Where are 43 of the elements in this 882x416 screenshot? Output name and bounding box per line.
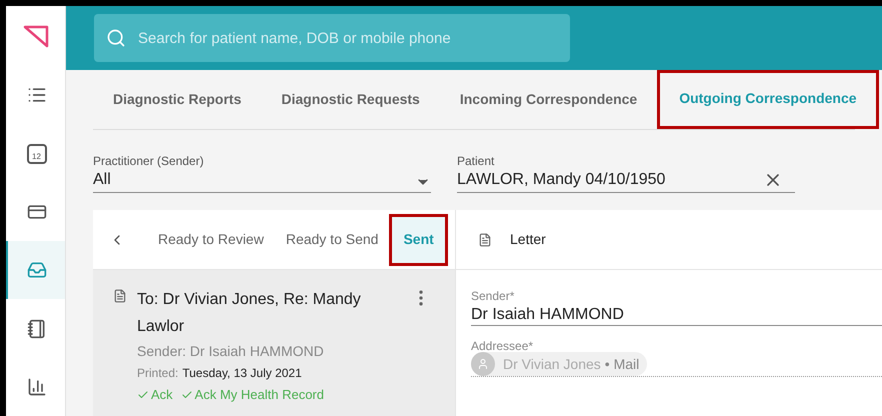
field-value: LAWLOR, Mandy 04/10/1950: [457, 170, 666, 190]
ack-status: Ack: [151, 386, 173, 404]
nav-item[interactable]: 12: [6, 124, 65, 183]
letter-title: To: Dr Vivian Jones, Re: Mandy Lawlor: [137, 290, 362, 337]
nav-item[interactable]: [6, 241, 65, 300]
tab[interactable]: Incoming Correspondence: [440, 70, 658, 129]
printed-date: Tuesday, 13 July 2021: [182, 365, 302, 382]
detail-title: Letter: [510, 230, 546, 249]
sender-field[interactable]: Sender* Dr Isaiah HAMMOND: [471, 287, 882, 326]
status-tab[interactable]: Ready to Review: [147, 214, 275, 266]
patient-field[interactable]: Patient LAWLOR, Mandy 04/10/1950: [457, 152, 795, 193]
addressee-field[interactable]: Addressee* Dr Vivian Jones • Mail: [471, 340, 882, 377]
delivery-method: • Mail: [604, 354, 640, 374]
tab[interactable]: Diagnostic Requests: [261, 70, 440, 129]
ack-status: Ack My Health Record: [194, 386, 324, 404]
field-label: Patient: [457, 153, 496, 170]
field-label: Addressee*: [471, 340, 534, 352]
field-value: All: [93, 170, 112, 190]
status-tab[interactable]: Sent: [389, 214, 448, 266]
check-icon: [137, 389, 149, 401]
tab[interactable]: Diagnostic Reports: [93, 70, 262, 129]
document-icon: [113, 289, 127, 303]
letter-sender: Sender: Dr Isaiah HAMMOND: [137, 342, 325, 361]
tab[interactable]: Outgoing Correspondence: [657, 70, 879, 129]
printed-label: Printed:: [137, 365, 178, 382]
status-tab[interactable]: Ready to Send: [274, 214, 390, 266]
addressee-chip[interactable]: Dr Vivian Jones • Mail: [471, 352, 648, 376]
check-icon: [180, 389, 193, 401]
inbox-icon: [26, 260, 46, 280]
avatar-icon: [471, 352, 495, 376]
letter-card[interactable]: To: Dr Vivian Jones, Re: Mandy Lawlor Sender: Dr Isaiah HAMMOND Printed: Tuesday, 13 July 2021 Ack Ack My Health Record: [93, 270, 455, 416]
field-label: Sender*: [471, 288, 516, 305]
logo-icon: [22, 24, 48, 48]
field-label: Practitioner (Sender): [93, 153, 204, 170]
chart-icon: [26, 376, 46, 397]
notebook-icon: [26, 318, 46, 339]
calendar-icon: 12: [26, 144, 46, 164]
document-icon: [478, 232, 492, 246]
field-value: Dr Isaiah HAMMOND: [471, 305, 625, 325]
practitioner-select[interactable]: Practitioner (Sender) All: [93, 152, 431, 193]
search-icon: [106, 28, 126, 48]
addressee-name: Dr Vivian Jones: [503, 354, 601, 374]
search-field[interactable]: Search for patient name, DOB or mobile phone: [94, 14, 570, 62]
